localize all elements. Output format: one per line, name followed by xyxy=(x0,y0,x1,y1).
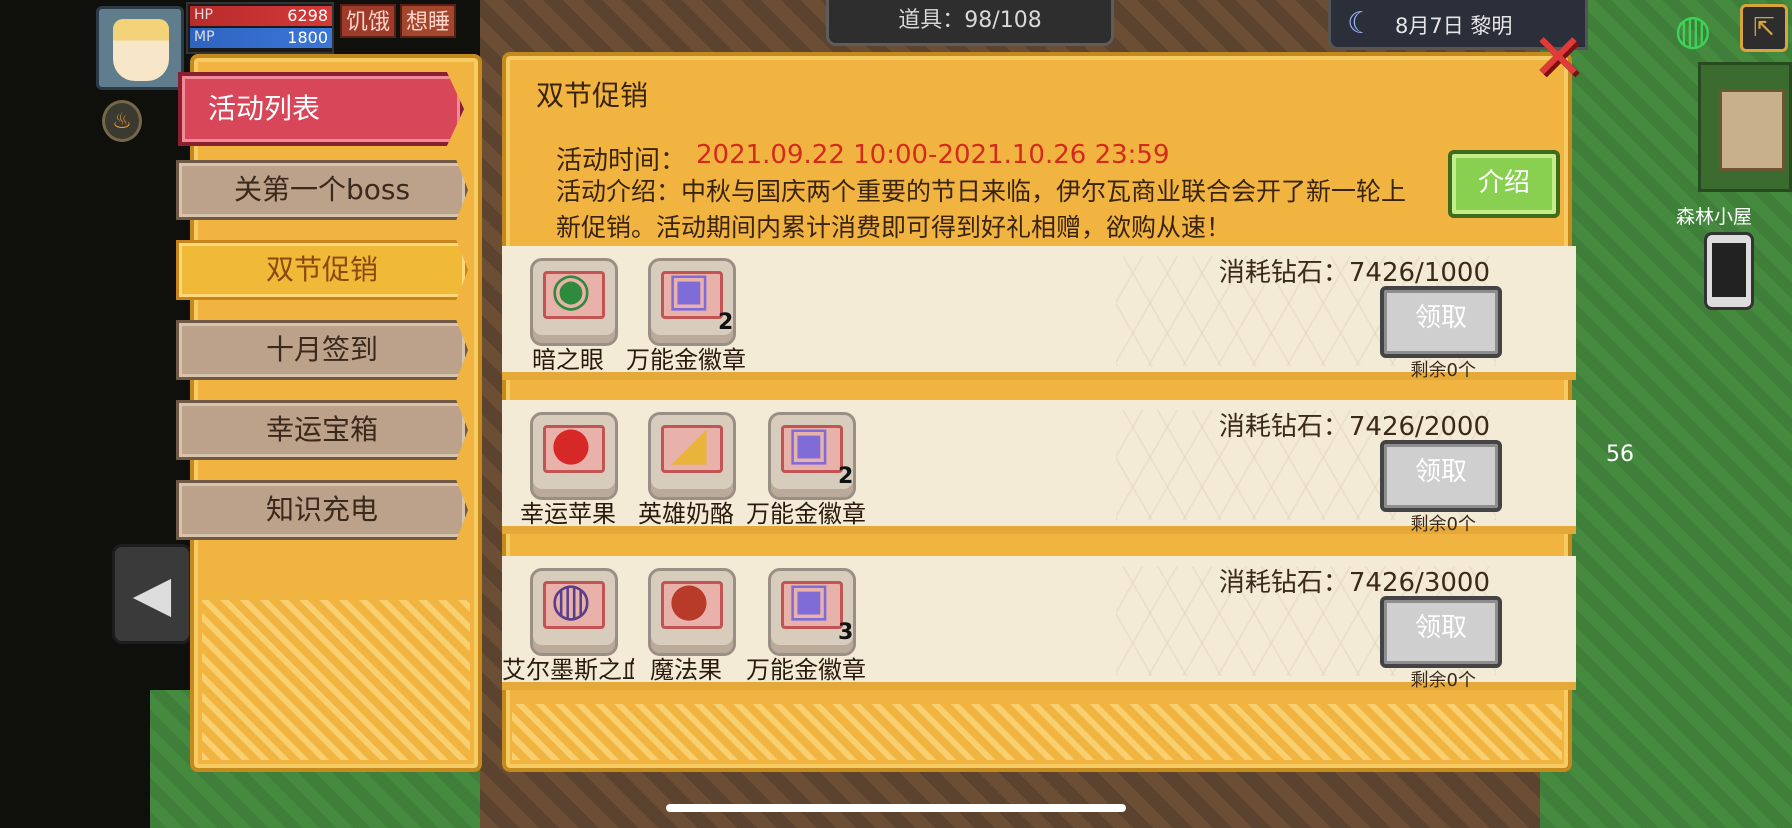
claim-button[interactable]: 领取 xyxy=(1380,286,1502,358)
avatar-face xyxy=(113,19,169,81)
minimap[interactable] xyxy=(1698,62,1792,192)
item-name: 暗之眼 xyxy=(532,346,604,374)
item-count: 2 xyxy=(838,464,854,489)
item-count: 3 xyxy=(838,620,854,645)
diamond-cost: 消耗钻石：7426/1000 xyxy=(1218,258,1490,288)
reward-item[interactable]: ◉ 暗之眼 xyxy=(508,254,628,374)
claim-button[interactable]: 领取 xyxy=(1380,596,1502,668)
stack-count: 56 xyxy=(1606,442,1634,467)
blood-flask-icon: ◍ xyxy=(550,572,592,626)
gold-badge-icon: ▣ xyxy=(667,262,711,316)
diamond-cost: 消耗钻石：7426/2000 xyxy=(1218,412,1490,442)
flame-icon[interactable]: ♨ xyxy=(102,100,142,142)
item-name: 魔法果 xyxy=(650,656,722,684)
mp-bar: MP 1800 xyxy=(190,28,332,48)
hp-bar: HP 6298 xyxy=(190,6,332,26)
sidebar-item-lucky-chest[interactable]: 幸运宝箱 xyxy=(176,400,468,460)
item-name: 英雄奶酪 xyxy=(638,500,734,528)
reward-row: 消耗钻石：7426/1000 领取 剩余0个 ◉ 暗之眼 ▣ 2 万能金徽章 xyxy=(502,246,1576,381)
intro-button[interactable]: 介绍 xyxy=(1448,150,1560,218)
sidebar-item-october-signin[interactable]: 十月签到 xyxy=(176,320,468,380)
mp-label: MP xyxy=(194,29,215,45)
event-title: 双节促销 xyxy=(536,79,649,112)
sidebar-title: 活动列表 xyxy=(178,72,464,146)
status-hungry: 饥饿 xyxy=(340,4,396,38)
reward-item[interactable]: ● 魔法果 xyxy=(626,564,746,684)
cheese-icon: ◢ xyxy=(671,416,707,470)
apple-icon: ● xyxy=(550,416,592,470)
exit-icon[interactable]: ⇱ xyxy=(1740,4,1788,52)
sidebar-texture xyxy=(202,600,470,760)
gold-badge-icon: ▣ xyxy=(787,572,831,626)
status-sleepy: 想睡 xyxy=(400,4,456,38)
remaining-count: 剩余0个 xyxy=(1410,514,1476,535)
left-arrow-icon[interactable]: ◀ xyxy=(112,544,192,644)
player-avatar[interactable] xyxy=(96,6,184,90)
reward-item[interactable]: ▣ 3 万能金徽章 xyxy=(746,564,866,684)
remaining-count: 剩余0个 xyxy=(1410,360,1476,381)
panel-texture xyxy=(512,704,1562,760)
item-name: 万能金徽章 xyxy=(626,346,746,374)
phone-screen xyxy=(1712,243,1746,297)
location-label: 森林小屋 xyxy=(1676,206,1753,228)
reward-item[interactable]: ▣ 2 万能金徽章 xyxy=(626,254,746,374)
magic-fruit-icon: ● xyxy=(668,572,710,626)
item-name: 艾尔墨斯之血 xyxy=(502,656,634,684)
player-stats: HP 6298 MP 1800 xyxy=(186,2,334,54)
reward-item[interactable]: ● 幸运苹果 xyxy=(508,408,628,528)
remaining-count: 剩余0个 xyxy=(1410,670,1476,691)
hp-label: HP xyxy=(194,7,213,23)
sidebar-item-first-boss[interactable]: 关第一个boss xyxy=(176,160,468,220)
phone-icon[interactable] xyxy=(1704,232,1754,310)
date-text: 8月7日 黎明 xyxy=(1395,14,1513,38)
claim-button[interactable]: 领取 xyxy=(1380,440,1502,512)
event-description: 活动介绍：中秋与国庆两个重要的节日来临，伊尔瓦商业联合会开了新一轮上新促销。活动… xyxy=(556,177,1407,242)
minimap-room xyxy=(1719,89,1785,171)
gold-badge-icon: ▣ xyxy=(787,416,831,470)
item-name: 万能金徽章 xyxy=(746,500,866,528)
reward-item[interactable]: ▣ 2 万能金徽章 xyxy=(746,408,866,528)
item-name: 幸运苹果 xyxy=(520,500,616,528)
sidebar-item-double-festival[interactable]: 双节促销 xyxy=(176,240,468,300)
reward-item[interactable]: ◍ 艾尔墨斯之血 xyxy=(502,564,634,684)
hp-value: 6298 xyxy=(287,6,328,25)
diamond-cost: 消耗钻石：7426/3000 xyxy=(1218,568,1490,598)
dark-eye-icon: ◉ xyxy=(550,262,592,316)
item-name: 万能金徽章 xyxy=(746,656,866,684)
reward-row: 消耗钻石：7426/3000 领取 剩余0个 ◍ 艾尔墨斯之血 ● 魔法果 ▣ … xyxy=(502,556,1576,691)
event-time-value: 2021.09.22 10:00-2021.10.26 23:59 xyxy=(696,140,1170,170)
sidebar-item-knowledge[interactable]: 知识充电 xyxy=(176,480,468,540)
moon-icon: ☾ xyxy=(1347,6,1374,41)
event-time-label: 活动时间： xyxy=(556,146,687,176)
close-icon[interactable]: ✕ xyxy=(1528,26,1588,90)
item-capacity-bar: 道具：98/108 xyxy=(826,0,1114,46)
mp-value: 1800 xyxy=(287,28,328,47)
home-indicator[interactable] xyxy=(666,804,1126,812)
reward-row: 消耗钻石：7426/2000 领取 剩余0个 ● 幸运苹果 ◢ 英雄奶酪 ▣ 2… xyxy=(502,400,1576,535)
reward-item[interactable]: ◢ 英雄奶酪 xyxy=(626,408,746,528)
globe-icon[interactable]: ◍ xyxy=(1664,4,1722,56)
item-count: 2 xyxy=(718,310,734,335)
